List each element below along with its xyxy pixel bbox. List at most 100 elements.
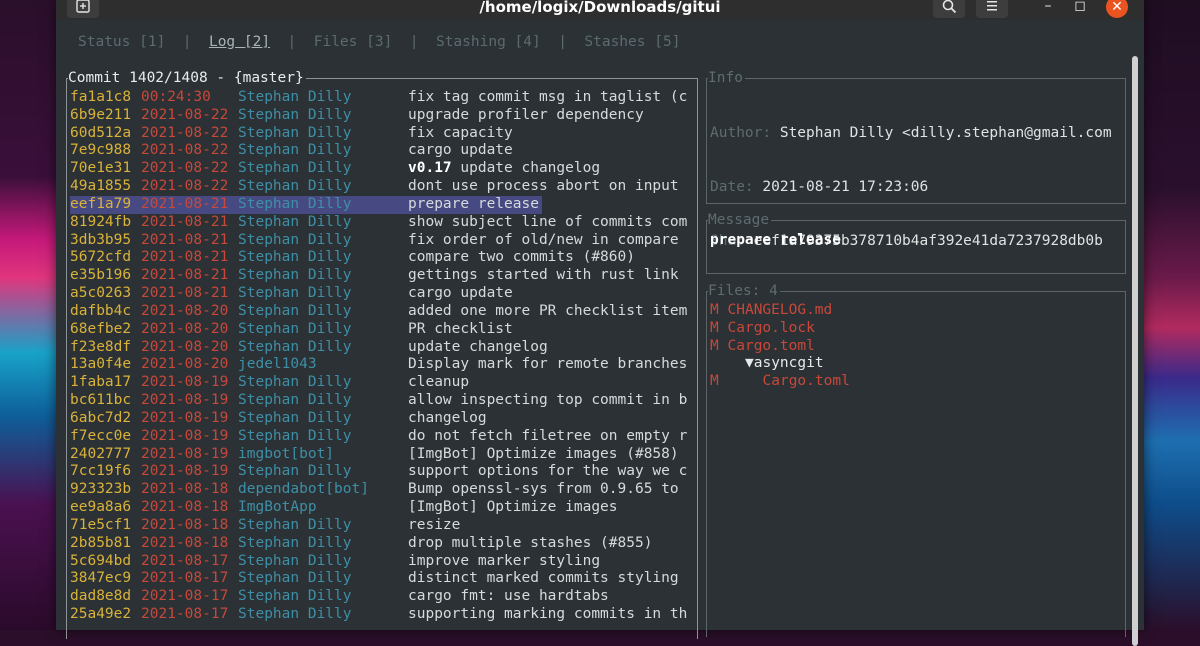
commit-date: 2021-08-22 bbox=[141, 160, 229, 177]
commit-date: 2021-08-20 bbox=[141, 302, 229, 319]
commit-row[interactable]: 3db3b95 2021-08-21 Stephan Dilly fix order … bbox=[70, 232, 694, 250]
commit-row[interactable]: 1faba17 2021-08-19 Stephan Dilly cleanup bbox=[70, 374, 694, 392]
commit-row[interactable]: 923323b 2021-08-18 dependabot[bot] Bump ope… bbox=[70, 481, 694, 499]
commit-author: Stephan Dilly bbox=[238, 463, 352, 480]
commit-row[interactable]: fa1a1c8 00:24:30 Stephan Dilly fix tag comm… bbox=[70, 89, 694, 107]
commit-date: 2021-08-20 bbox=[141, 356, 229, 373]
info-panel: Info Author: Stephan Dilly <dilly.stepha… bbox=[706, 69, 1126, 249]
commit-author: Stephan Dilly bbox=[238, 89, 352, 105]
commit-date: 2021-08-17 bbox=[141, 588, 229, 605]
search-button[interactable] bbox=[933, 0, 965, 18]
commit-row[interactable]: 2b85b81 2021-08-18 Stephan Dilly drop multi… bbox=[70, 535, 694, 553]
file-status: M bbox=[710, 337, 719, 354]
commit-hash: ee9a8a6 bbox=[70, 499, 132, 516]
commit-message: do not fetch filetree on empty r bbox=[408, 427, 688, 444]
commit-message: Bump openssl-sys from 0.9.65 to bbox=[408, 481, 679, 498]
file-status: M bbox=[710, 319, 719, 336]
commit-date: 2021-08-21 bbox=[141, 249, 229, 266]
commit-date: 2021-08-21 bbox=[141, 231, 229, 248]
wallpaper-right-strip bbox=[1136, 0, 1200, 630]
maximize-button[interactable]: ◻ bbox=[1070, 0, 1090, 14]
commit-hash: a5c0263 bbox=[70, 285, 132, 302]
commit-date: 2021-08-20 bbox=[141, 338, 229, 355]
commit-log-panel[interactable]: Commit 1402/1408 - {master} fa1a1c8 00:24… bbox=[66, 69, 698, 639]
commit-row[interactable]: 71e5cf1 2021-08-18 Stephan Dilly resize bbox=[70, 517, 694, 535]
commit-date: 2021-08-20 bbox=[141, 320, 229, 337]
commit-hash: 68efbe2 bbox=[70, 320, 132, 337]
commit-row[interactable]: 2402777 2021-08-19 imgbot[bot] [ImgBot] Opt… bbox=[70, 446, 694, 464]
commit-row[interactable]: 68efbe2 2021-08-20 Stephan Dilly PR checkli… bbox=[70, 321, 694, 339]
commit-message: support options for the way we c bbox=[408, 463, 688, 480]
commit-row[interactable]: 13a0f4e 2021-08-20 jedel1043 Display mark f… bbox=[70, 356, 694, 374]
commit-row[interactable]: 5c694bd 2021-08-17 Stephan Dilly improve ma… bbox=[70, 553, 694, 571]
commit-message: update changelog bbox=[408, 338, 548, 355]
commit-author: Stephan Dilly bbox=[238, 534, 352, 551]
commit-row[interactable]: bc611bc 2021-08-19 Stephan Dilly allow insp… bbox=[70, 392, 694, 410]
commit-row[interactable]: a5c0263 2021-08-21 Stephan Dilly cargo upda… bbox=[70, 285, 694, 303]
minimize-button[interactable]: – bbox=[1038, 0, 1058, 14]
author-label: Author: bbox=[710, 125, 780, 141]
commit-author: Stephan Dilly bbox=[238, 231, 352, 248]
commit-message: dont use process abort on input bbox=[408, 178, 679, 195]
commit-row[interactable]: 70e1e31 2021-08-22 Stephan Dilly v0.17 upda… bbox=[70, 160, 694, 178]
commit-row[interactable]: 7cc19f6 2021-08-19 Stephan Dilly support op… bbox=[70, 463, 694, 481]
commit-date: 2021-08-17 bbox=[141, 570, 229, 587]
commit-hash: 7cc19f6 bbox=[70, 463, 132, 480]
commit-date: 2021-08-22 bbox=[141, 178, 229, 195]
scrollbar[interactable] bbox=[1132, 56, 1138, 646]
commit-log-title: Commit 1402/1408 - {master} bbox=[68, 69, 306, 87]
commit-hash: 2402777 bbox=[70, 445, 132, 462]
commit-row[interactable]: 5672cfd 2021-08-21 Stephan Dilly compare tw… bbox=[70, 249, 694, 267]
tab-stashing[interactable]: Stashing [4] bbox=[436, 34, 541, 50]
file-name: CHANGELOG.md bbox=[727, 302, 833, 318]
commit-row[interactable]: 49a1855 2021-08-22 Stephan Dilly dont use p… bbox=[70, 178, 694, 196]
commit-author: Stephan Dilly bbox=[238, 374, 352, 391]
commit-message: fix tag commit msg in taglist (c bbox=[408, 89, 688, 105]
commit-author: Stephan Dilly bbox=[238, 106, 352, 123]
tab-log[interactable]: Log [2] bbox=[209, 34, 270, 50]
commit-row[interactable]: 81924fb 2021-08-21 Stephan Dilly show subje… bbox=[70, 214, 694, 232]
commit-row[interactable]: f7ecc0e 2021-08-19 Stephan Dilly do not fet… bbox=[70, 428, 694, 446]
commit-date: 2021-08-19 bbox=[141, 463, 229, 480]
commit-row[interactable]: 3847ec9 2021-08-17 Stephan Dilly distinct m… bbox=[70, 570, 694, 588]
tab-status[interactable]: Status [1] bbox=[78, 34, 165, 50]
commit-row[interactable]: f23e8df 2021-08-20 Stephan Dilly update cha… bbox=[70, 339, 694, 357]
commit-row[interactable]: 6b9e211 2021-08-22 Stephan Dilly upgrade pr… bbox=[70, 107, 694, 125]
commit-hash: 5c694bd bbox=[70, 552, 132, 569]
commit-row[interactable]: dafbb4c 2021-08-20 Stephan Dilly added one … bbox=[70, 303, 694, 321]
message-panel: Message prepare release bbox=[706, 211, 1126, 274]
commit-date: 2021-08-22 bbox=[141, 106, 229, 123]
commit-row[interactable]: 60d512a 2021-08-22 Stephan Dilly fix capaci… bbox=[70, 125, 694, 143]
commit-hash: 5672cfd bbox=[70, 249, 132, 266]
file-name: Cargo.lock bbox=[727, 319, 815, 336]
commit-row[interactable]: eef1a79 2021-08-21 Stephan Dilly prepare re… bbox=[70, 195, 694, 214]
commit-author: dependabot[bot] bbox=[238, 481, 369, 498]
commit-author: Stephan Dilly bbox=[238, 249, 352, 266]
file-status: M bbox=[710, 302, 719, 318]
commit-date: 00:24:30 bbox=[141, 89, 211, 105]
tab-files[interactable]: Files [3] bbox=[314, 34, 393, 50]
commit-author: Stephan Dilly bbox=[238, 552, 352, 569]
file-name: Cargo.toml bbox=[762, 373, 850, 390]
commit-row[interactable]: ee9a8a6 2021-08-18 ImgBotApp [ImgBot] Optim… bbox=[70, 499, 694, 517]
commit-message: Display mark for remote branches bbox=[408, 356, 688, 373]
commit-date: 2021-08-18 bbox=[141, 481, 229, 498]
files-panel[interactable]: Files: 4 M CHANGELOG.md M Cargo.lock M Cargo.… bbox=[706, 282, 1126, 637]
hamburger-menu-icon bbox=[987, 1, 997, 11]
commit-message: improve marker styling bbox=[408, 552, 601, 569]
commit-row[interactable]: dad8e8d 2021-08-17 Stephan Dilly cargo fmt:… bbox=[70, 588, 694, 606]
commit-list[interactable]: fa1a1c8 00:24:30 Stephan Dilly fix tag comm… bbox=[70, 89, 694, 624]
commit-date: 2021-08-22 bbox=[141, 142, 229, 159]
terminal-window: /home/logix/Downloads/gitui – ◻ ✕ Status… bbox=[56, 0, 1144, 646]
commit-row[interactable]: 25a49e2 2021-08-17 Stephan Dilly supporting… bbox=[70, 606, 694, 624]
commit-author: Stephan Dilly bbox=[238, 142, 352, 159]
commit-row[interactable]: 7e9c988 2021-08-22 Stephan Dilly cargo upda… bbox=[70, 142, 694, 160]
menu-button[interactable] bbox=[976, 0, 1008, 18]
tab-separator: | bbox=[165, 34, 209, 50]
tab-stashes[interactable]: Stashes [5] bbox=[584, 34, 680, 50]
commit-row[interactable]: e35b196 2021-08-21 Stephan Dilly gettings s… bbox=[70, 267, 694, 285]
tab-separator: | bbox=[270, 34, 314, 50]
commit-hash: 25a49e2 bbox=[70, 606, 132, 623]
commit-row[interactable]: 6abc7d2 2021-08-19 Stephan Dilly changelog bbox=[70, 410, 694, 428]
commit-date: 2021-08-21 bbox=[141, 213, 229, 230]
